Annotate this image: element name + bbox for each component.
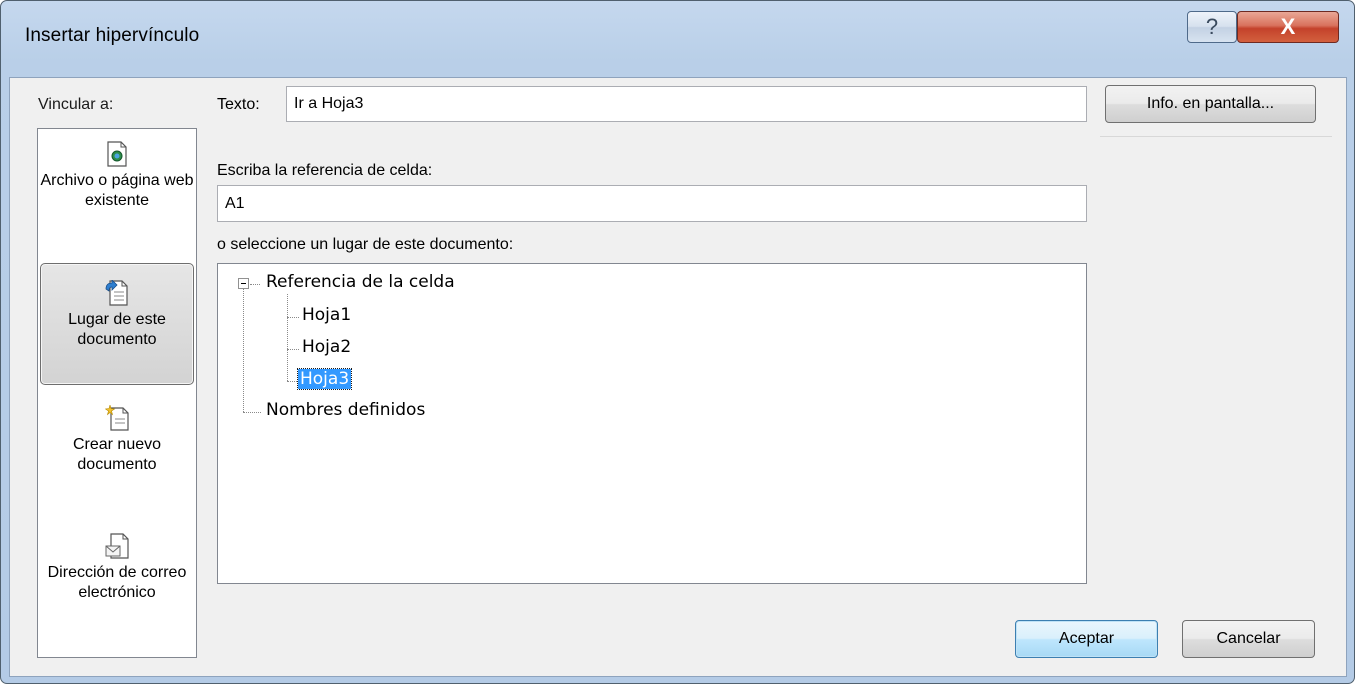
text-field-label: Texto: xyxy=(217,96,260,113)
place-in-document-icon xyxy=(105,280,128,306)
text-field-input[interactable] xyxy=(286,86,1087,122)
tree-item-sheet[interactable]: Hoja2 xyxy=(302,337,351,357)
insert-hyperlink-dialog: Insertar hipervínculo ? X Vincular a: Ar… xyxy=(0,0,1355,684)
tree-root-line xyxy=(243,284,244,412)
help-button[interactable]: ? xyxy=(1187,11,1237,43)
cancel-button[interactable]: Cancelar xyxy=(1182,620,1315,658)
tree-item-defined-names[interactable]: Nombres definidos xyxy=(266,400,425,420)
window-title: Insertar hipervínculo xyxy=(25,25,200,46)
link-to-label: Vincular a: xyxy=(38,96,114,113)
link-existing-file[interactable]: Archivo o página web existente xyxy=(40,137,194,253)
tree-item-cell-reference[interactable]: Referencia de la celda xyxy=(266,272,455,292)
email-address-icon xyxy=(105,533,129,559)
tree-branch xyxy=(243,412,261,413)
tree-branch xyxy=(287,349,299,350)
place-select-label: o seleccione un lugar de este documento: xyxy=(217,236,514,253)
screen-tip-button[interactable]: Info. en pantalla... xyxy=(1105,85,1316,123)
tree-item-sheet[interactable]: Hoja1 xyxy=(302,305,351,325)
collapse-icon[interactable] xyxy=(238,278,249,289)
separator xyxy=(1100,136,1332,137)
tree-branch xyxy=(287,381,297,382)
link-new-document-label: Crear nuevo documento xyxy=(72,436,162,473)
close-icon: X xyxy=(1280,14,1296,39)
cell-reference-input[interactable] xyxy=(217,185,1087,222)
tree-item-sheet-selected[interactable]: Hoja3 xyxy=(296,368,353,390)
cell-reference-label: Escriba la referencia de celda: xyxy=(217,162,433,179)
link-place-in-document[interactable]: Lugar de este documento xyxy=(40,263,194,385)
title-bar[interactable]: Insertar hipervínculo ? X xyxy=(1,1,1354,77)
close-button[interactable]: X xyxy=(1237,11,1339,43)
tree-sheet-line xyxy=(287,294,288,381)
ok-button[interactable]: Aceptar xyxy=(1015,620,1158,658)
tree-branch xyxy=(250,284,260,285)
existing-file-icon xyxy=(107,141,127,167)
link-place-in-document-label: Lugar de este documento xyxy=(68,311,166,348)
link-to-panel: Archivo o página web existente Lugar de … xyxy=(37,128,197,658)
tree-branch xyxy=(287,317,299,318)
new-document-icon xyxy=(105,405,129,431)
link-new-document[interactable]: Crear nuevo documento xyxy=(40,395,194,505)
link-email-address-label: Dirección de correo electrónico xyxy=(47,564,187,601)
link-existing-file-label: Archivo o página web existente xyxy=(40,172,194,209)
help-icon: ? xyxy=(1205,14,1219,39)
dialog-body: Vincular a: Archivo o página web existen… xyxy=(9,77,1347,677)
link-email-address[interactable]: Dirección de correo electrónico xyxy=(40,527,194,647)
document-place-tree[interactable]: Referencia de la celda Hoja1 Hoja2 Hoja3… xyxy=(217,263,1087,584)
